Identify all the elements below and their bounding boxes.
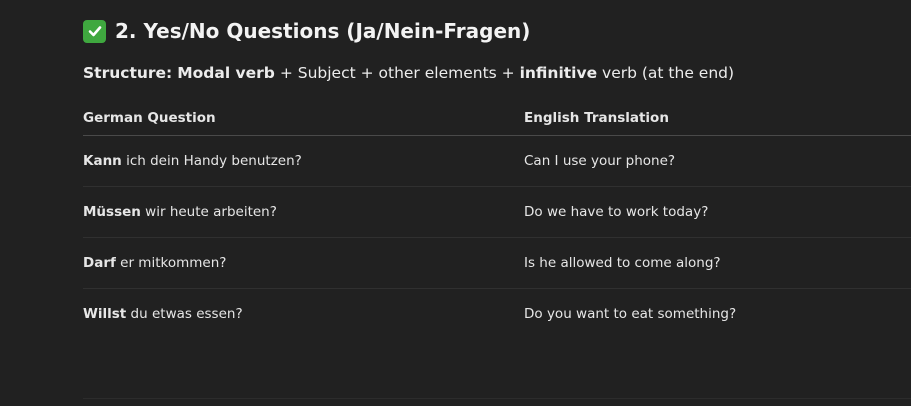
modal-verb: Willst [83, 306, 127, 322]
german-question-cell: Müssen wir heute arbeiten? [83, 204, 524, 220]
header-german-question: German Question [83, 109, 216, 126]
structure-end: verb (at the end) [597, 64, 735, 82]
modal-verb: Kann [83, 153, 122, 169]
english-translation-cell: Do we have to work today? [524, 204, 709, 220]
structure-line: Structure: Modal verb + Subject + other … [83, 64, 734, 82]
structure-label: Structure: [83, 64, 173, 82]
question-rest: du etwas essen? [126, 306, 243, 322]
question-rest: ich dein Handy benutzen? [121, 153, 302, 169]
section-title: 2. Yes/No Questions (Ja/Nein-Fragen) [115, 19, 531, 43]
german-question-cell: Willst du etwas essen? [83, 306, 524, 322]
modal-verb: Müssen [83, 204, 141, 220]
page: 2. Yes/No Questions (Ja/Nein-Fragen) Str… [0, 0, 911, 406]
section-heading: 2. Yes/No Questions (Ja/Nein-Fragen) [83, 19, 530, 43]
header-english-translation: English Translation [524, 109, 669, 126]
section-divider [83, 398, 911, 399]
english-translation-cell: Is he allowed to come along? [524, 255, 721, 271]
german-question-cell: Kann ich dein Handy benutzen? [83, 153, 524, 169]
table-row: Willst du etwas essen? Do you want to ea… [83, 289, 911, 339]
questions-table: German Question English Translation Kann… [83, 100, 911, 339]
question-rest: wir heute arbeiten? [140, 204, 277, 220]
table-row: Müssen wir heute arbeiten? Do we have to… [83, 187, 911, 238]
english-translation-cell: Do you want to eat something? [524, 306, 737, 322]
structure-infinitive: infinitive [519, 64, 598, 82]
structure-middle: + Subject + other elements + [274, 64, 520, 82]
question-rest: er mitkommen? [115, 255, 227, 271]
table-row: Kann ich dein Handy benutzen? Can I use … [83, 136, 911, 187]
table-header-row: German Question English Translation [83, 100, 911, 136]
check-mark-icon [83, 19, 106, 43]
modal-verb: Darf [83, 255, 116, 271]
english-translation-cell: Can I use your phone? [524, 153, 676, 169]
german-question-cell: Darf er mitkommen? [83, 255, 524, 271]
table-row: Darf er mitkommen? Is he allowed to come… [83, 238, 911, 289]
structure-modal-verb: Modal verb [177, 64, 275, 82]
